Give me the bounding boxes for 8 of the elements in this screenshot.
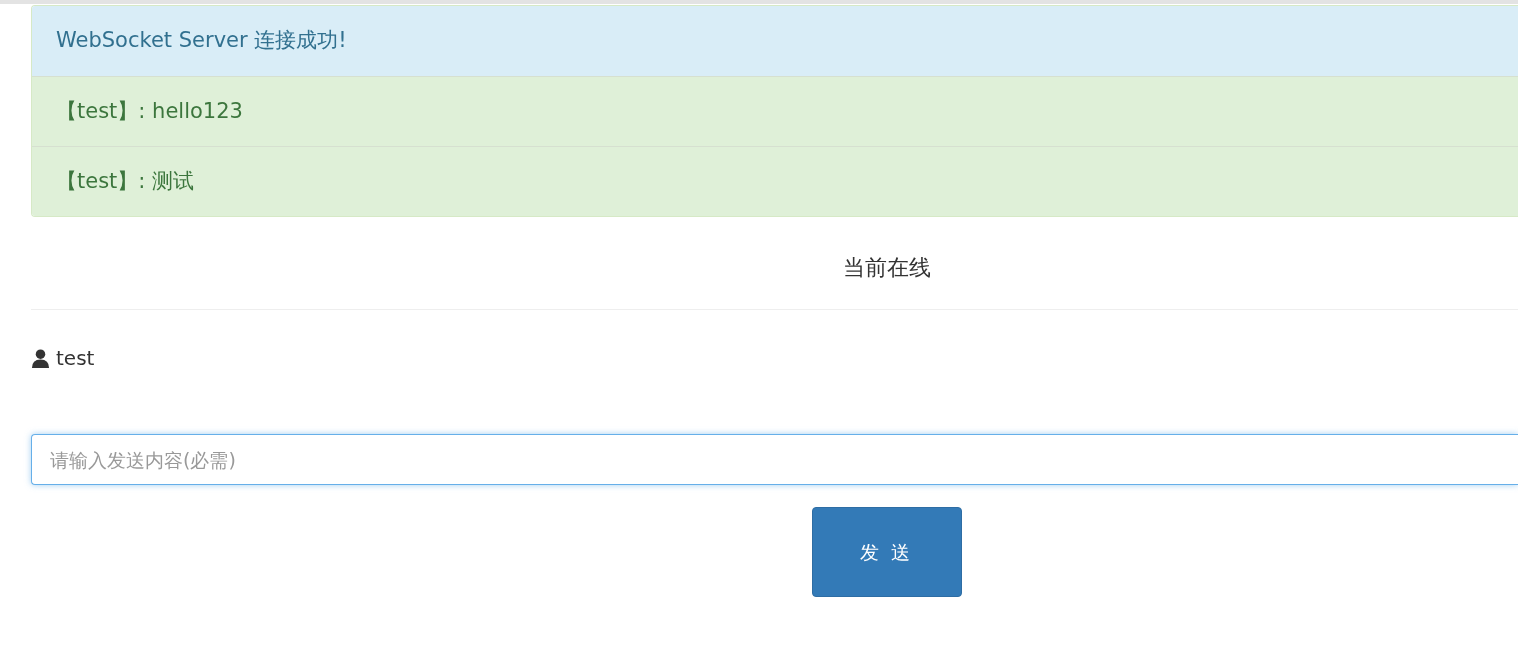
- message-text: 【test】: 测试: [56, 167, 195, 195]
- user-icon: [31, 348, 50, 368]
- message-input-field[interactable]: 请输入发送内容(必需): [31, 434, 1518, 485]
- send-button[interactable]: 发 送: [811, 507, 962, 597]
- message-text: 【test】: hello123: [56, 97, 243, 125]
- user-name: test: [56, 345, 95, 372]
- message-text: WebSocket Server 连接成功!: [56, 27, 347, 55]
- online-heading: 当前在线: [842, 253, 931, 282]
